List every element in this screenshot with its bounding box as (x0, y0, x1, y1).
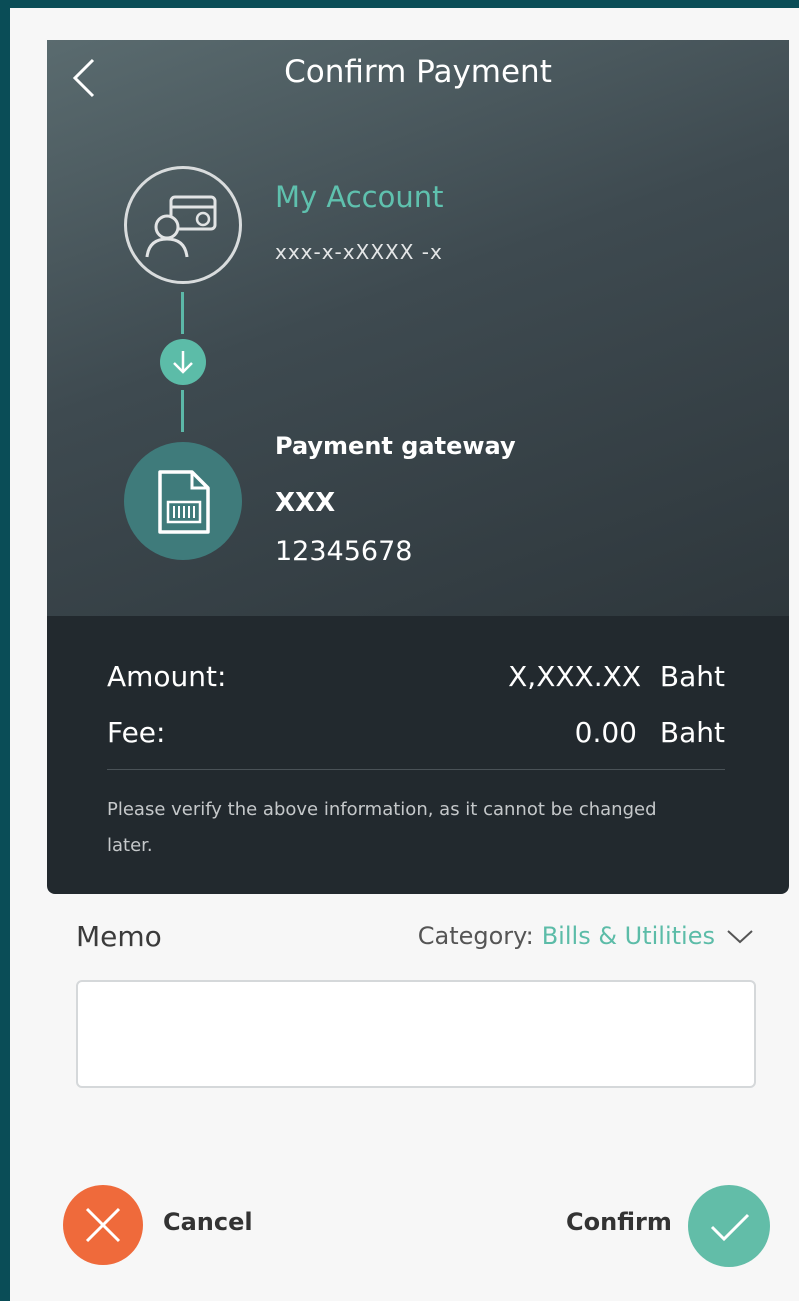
chevron-down-icon (727, 930, 753, 944)
flow-line-bottom (181, 390, 184, 432)
amount-value: X,XXX.XX (508, 660, 641, 693)
bill-document-icon (124, 442, 242, 560)
payment-header: Confirm Payment My Account xxx-x-xXXXX -… (47, 40, 789, 616)
flow-line-top (181, 292, 184, 334)
page-title: Confirm Payment (284, 54, 552, 90)
to-account-name: XXX (275, 488, 336, 518)
amount-label: Amount: (107, 660, 227, 693)
payment-summary: Amount: X,XXX.XX Baht Fee: 0.00 Baht Ple… (47, 616, 789, 894)
close-icon (85, 1207, 121, 1243)
category-label: Category: (417, 922, 534, 950)
memo-label: Memo (76, 920, 162, 953)
verify-note: Please verify the above information, as … (107, 799, 657, 856)
fee-label: Fee: (107, 716, 166, 749)
cancel-label[interactable]: Cancel (163, 1208, 253, 1236)
confirm-button[interactable] (688, 1185, 770, 1267)
summary-divider (107, 769, 725, 770)
checkmark-icon (710, 1213, 750, 1242)
category-dropdown[interactable]: Category: Bills & Utilities (418, 922, 755, 950)
category-value: Bills & Utilities (541, 922, 715, 950)
from-account-name: My Account (275, 180, 444, 214)
amount-value-group: X,XXX.XX Baht (508, 660, 725, 693)
confirm-label[interactable]: Confirm (566, 1208, 672, 1236)
fee-value-group: 0.00 Baht (575, 716, 725, 749)
to-account-title: Payment gateway (275, 432, 516, 460)
from-account-number: xxx-x-xXXXX -x (275, 240, 443, 264)
amount-unit: Baht (659, 660, 725, 693)
account-card-icon (124, 166, 242, 284)
to-account-number: 12345678 (275, 536, 413, 567)
fee-unit: Baht (659, 716, 725, 749)
arrow-down-icon (160, 339, 206, 385)
cancel-button[interactable] (63, 1185, 143, 1265)
memo-input[interactable] (76, 980, 756, 1088)
fee-row: Fee: 0.00 Baht (107, 716, 725, 749)
amount-row: Amount: X,XXX.XX Baht (107, 660, 725, 693)
fee-value: 0.00 (574, 716, 637, 749)
